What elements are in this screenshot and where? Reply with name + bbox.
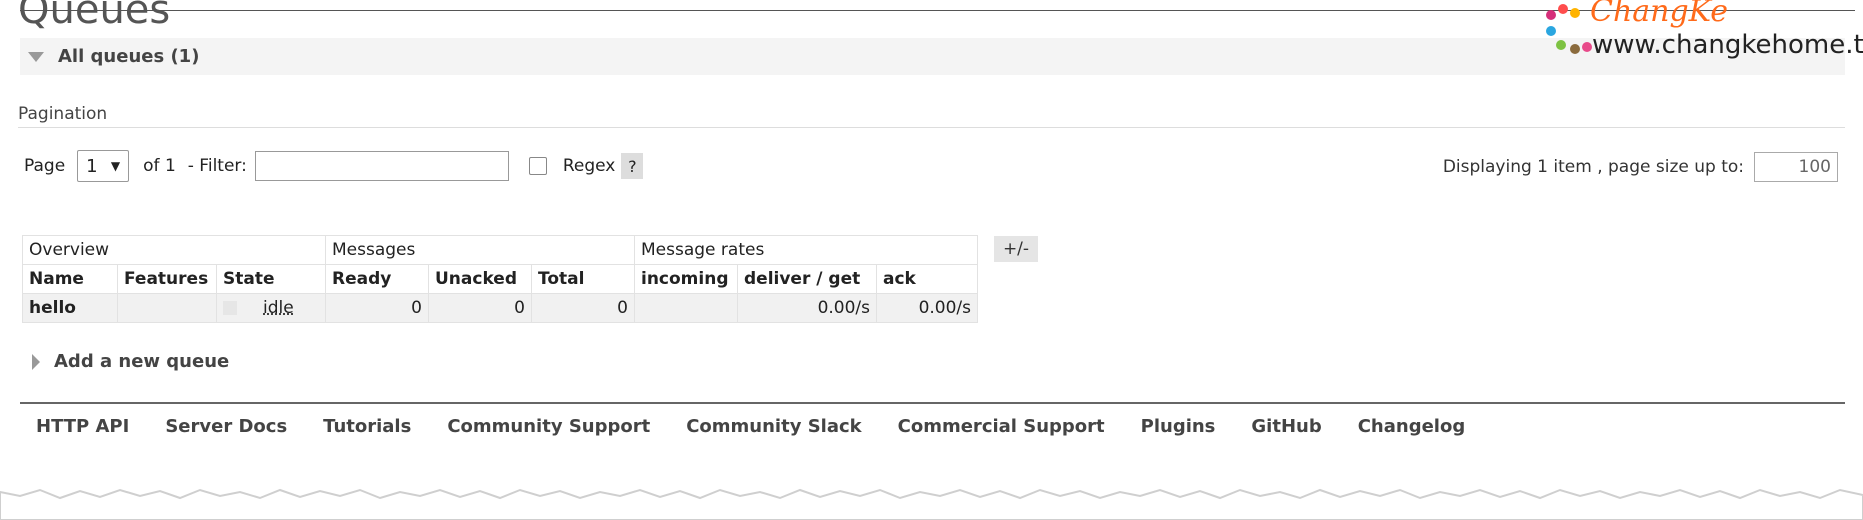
- filter-input[interactable]: [254, 151, 509, 181]
- col-ack[interactable]: ack: [876, 264, 978, 294]
- triangle-right-icon: [32, 353, 40, 370]
- watermark-url: www.changkehome.top: [1592, 30, 1863, 60]
- footer-link-server-docs[interactable]: Server Docs: [165, 416, 287, 437]
- logo-dot-icon: [1546, 26, 1556, 36]
- col-unacked[interactable]: Unacked: [428, 264, 532, 294]
- page-select[interactable]: 1 ▼: [77, 150, 130, 182]
- queue-total: 0: [531, 293, 635, 323]
- filter-label: - Filter:: [187, 156, 247, 176]
- table-row: hello idle 0 0 0 0.00/s 0.00/s: [22, 293, 978, 323]
- torn-paper-edge: [0, 488, 1863, 520]
- chevron-down-icon: ▼: [110, 159, 121, 173]
- logo-dot-icon: [1582, 42, 1592, 52]
- footer-link-plugins[interactable]: Plugins: [1141, 416, 1216, 437]
- group-overview: Overview: [22, 235, 326, 265]
- queues-page: Queues All queues (1) Pagination Page 1 …: [0, 0, 1863, 520]
- col-ready[interactable]: Ready: [325, 264, 429, 294]
- footer-link-tutorials[interactable]: Tutorials: [323, 416, 411, 437]
- page-count: of 1: [143, 156, 176, 176]
- regex-help-button[interactable]: ?: [621, 153, 644, 179]
- footer-link-commercial-support[interactable]: Commercial Support: [898, 416, 1105, 437]
- display-text: Displaying 1 item , page size up to:: [1442, 157, 1744, 177]
- col-features: Features: [117, 264, 217, 294]
- watermark-name: ChangKe: [1590, 0, 1729, 29]
- regex-label: Regex: [562, 156, 616, 176]
- col-deliver-get[interactable]: deliver / get: [737, 264, 877, 294]
- page-size-input[interactable]: 100: [1754, 152, 1838, 182]
- queue-state: idle: [216, 293, 326, 323]
- triangle-down-icon: [28, 51, 44, 62]
- footer-link-changelog[interactable]: Changelog: [1358, 416, 1466, 437]
- page-label: Page: [24, 156, 66, 176]
- col-total[interactable]: Total: [531, 264, 635, 294]
- queue-deliver-get: 0.00/s: [737, 293, 877, 323]
- queue-unacked: 0: [428, 293, 532, 323]
- group-message-rates: Message rates: [634, 235, 978, 265]
- add-queue-label: Add a new queue: [54, 351, 230, 372]
- column-toggle-button[interactable]: +/-: [994, 236, 1038, 262]
- section-title: All queues (1): [58, 46, 200, 67]
- logo-dot-icon: [1570, 44, 1580, 54]
- table-header-row: Name Features State Ready Unacked Total …: [22, 264, 978, 294]
- col-name[interactable]: Name: [22, 264, 118, 294]
- page-select-value: 1: [86, 155, 98, 177]
- queue-ready: 0: [325, 293, 429, 323]
- footer-nav: HTTP API Server Docs Tutorials Community…: [36, 416, 1465, 437]
- pagination-label: Pagination: [18, 104, 108, 124]
- regex-checkbox[interactable]: [528, 157, 547, 175]
- state-value: idle: [263, 298, 294, 318]
- pagination-divider: [18, 127, 1845, 128]
- logo-dot-icon: [1556, 40, 1566, 50]
- col-incoming[interactable]: incoming: [634, 264, 738, 294]
- footer-link-github[interactable]: GitHub: [1251, 416, 1321, 437]
- footer-divider: [20, 402, 1845, 404]
- logo-dot-icon: [1570, 8, 1580, 18]
- pagination-controls: Page 1 ▼ of 1 - Filter: Regex ?: [24, 150, 644, 182]
- footer-link-http-api[interactable]: HTTP API: [36, 416, 129, 437]
- page-title: Queues: [18, 0, 171, 33]
- logo-dot-icon: [1558, 4, 1568, 14]
- queue-name-link[interactable]: hello: [22, 293, 118, 323]
- queues-table: Overview Messages Message rates Name Fea…: [22, 235, 978, 323]
- watermark-logo: ChangKe www.changkehome.top: [1536, 0, 1863, 60]
- footer-link-community-slack[interactable]: Community Slack: [686, 416, 861, 437]
- table-group-row: Overview Messages Message rates: [22, 235, 978, 265]
- queue-ack: 0.00/s: [876, 293, 978, 323]
- state-indicator-icon: [223, 301, 237, 315]
- group-messages: Messages: [325, 235, 635, 265]
- col-state[interactable]: State: [216, 264, 326, 294]
- add-queue-section-header[interactable]: Add a new queue: [20, 351, 229, 372]
- queue-features: [117, 293, 217, 323]
- display-info: Displaying 1 item , page size up to: 100: [1443, 152, 1838, 182]
- queue-incoming: [634, 293, 738, 323]
- logo-dot-icon: [1546, 10, 1556, 20]
- footer-link-community-support[interactable]: Community Support: [447, 416, 650, 437]
